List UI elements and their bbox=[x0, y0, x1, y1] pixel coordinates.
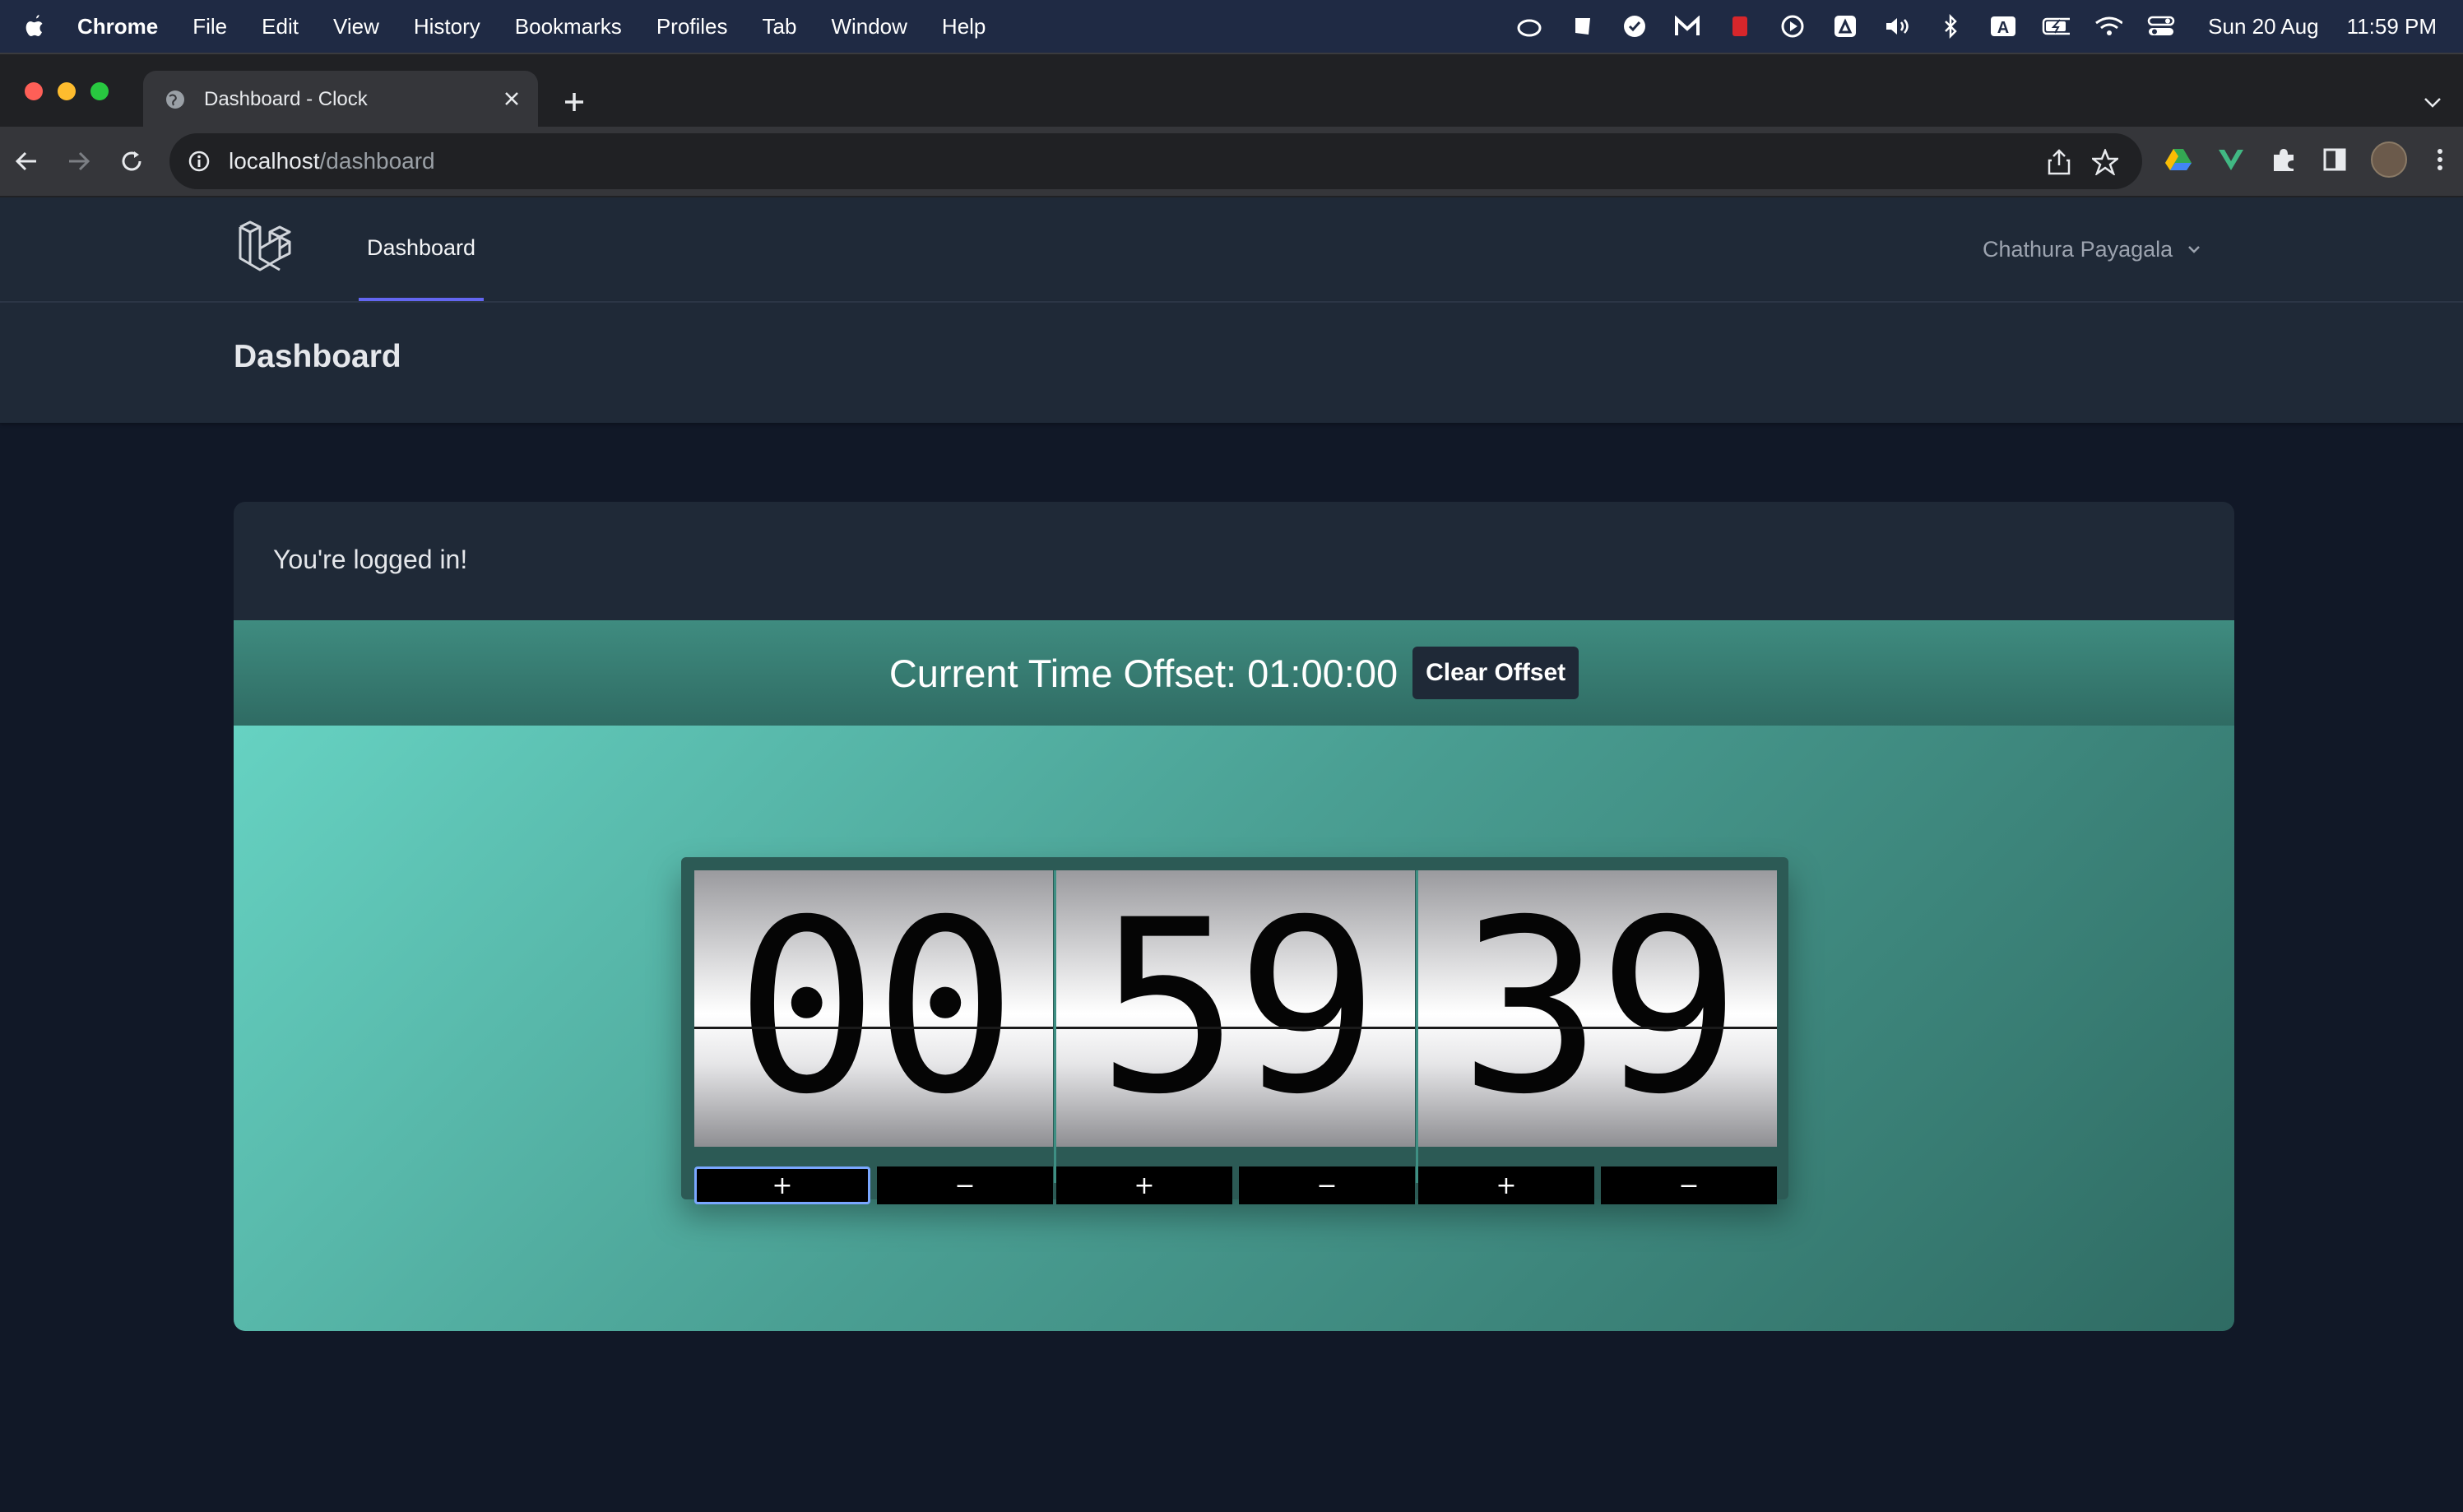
menu-bookmarks[interactable]: Bookmarks bbox=[515, 14, 622, 39]
minutes-increment-button[interactable]: + bbox=[1056, 1166, 1232, 1204]
minutes-decrement-button[interactable]: − bbox=[1239, 1166, 1415, 1204]
apple-icon[interactable] bbox=[23, 13, 46, 39]
vue-devtools-extension-icon[interactable] bbox=[2215, 143, 2247, 176]
menu-edit[interactable]: Edit bbox=[262, 14, 299, 39]
extensions-puzzle-icon[interactable] bbox=[2267, 143, 2300, 176]
seconds-decrement-button[interactable]: − bbox=[1601, 1166, 1777, 1204]
google-drive-extension-icon[interactable] bbox=[2162, 143, 2195, 176]
seconds-value: 39 bbox=[1418, 870, 1777, 1147]
nav-dashboard-link[interactable]: Dashboard bbox=[359, 197, 484, 301]
logged-in-message: You're logged in! bbox=[273, 545, 468, 574]
hours-display: 00 bbox=[694, 870, 1053, 1157]
wifi-icon[interactable] bbox=[2094, 12, 2123, 40]
drive-icon[interactable] bbox=[1831, 12, 1859, 40]
side-panel-icon[interactable] bbox=[2318, 143, 2351, 176]
window-close-icon[interactable] bbox=[25, 82, 43, 100]
back-arrow-icon[interactable] bbox=[8, 143, 44, 179]
macos-menu-bar: Chrome File Edit View History Bookmarks … bbox=[0, 0, 2463, 53]
input-source-label: A bbox=[1997, 19, 2009, 37]
bookmark-star-icon[interactable] bbox=[2091, 148, 2119, 176]
laravel-logo-icon[interactable] bbox=[237, 220, 293, 276]
chevron-down-icon bbox=[2186, 241, 2202, 257]
todo-check-icon[interactable] bbox=[1621, 12, 1649, 40]
browser-tab-strip: Dashboard - Clock bbox=[0, 53, 2463, 128]
sketch-icon[interactable] bbox=[1568, 12, 1596, 40]
flip-clock: 00 59 39 + − + − + − bbox=[681, 857, 1788, 1204]
tab-close-icon[interactable] bbox=[500, 87, 523, 110]
user-menu-dropdown[interactable]: Chathura Payagala bbox=[1983, 197, 2202, 301]
reload-icon[interactable] bbox=[114, 143, 150, 179]
address-bar[interactable]: localhost/dashboard bbox=[169, 133, 2142, 189]
menu-help[interactable]: Help bbox=[942, 14, 986, 39]
time-offset-label: Current Time Offset: 01:00:00 bbox=[888, 651, 1398, 695]
menu-view[interactable]: View bbox=[333, 14, 379, 39]
window-zoom-icon[interactable] bbox=[90, 82, 109, 100]
user-name: Chathura Payagala bbox=[1983, 236, 2173, 262]
seconds-increment-button[interactable]: + bbox=[1418, 1166, 1594, 1204]
flip-divider bbox=[1056, 1027, 1415, 1029]
browser-toolbar: localhost/dashboard bbox=[0, 127, 2463, 197]
page-title: Dashboard bbox=[234, 339, 401, 374]
chrome-menu-kebab-icon[interactable] bbox=[2424, 143, 2456, 176]
share-icon[interactable] bbox=[2045, 148, 2073, 176]
menu-history[interactable]: History bbox=[414, 14, 480, 39]
page-header: Dashboard bbox=[0, 303, 2463, 423]
hours-decrement-button[interactable]: − bbox=[877, 1166, 1053, 1204]
globe-icon bbox=[165, 89, 186, 110]
red-app-icon[interactable] bbox=[1726, 12, 1754, 40]
clock-stage: 00 59 39 + − + − + − bbox=[234, 726, 2234, 1331]
url-host: localhost bbox=[229, 148, 320, 174]
window-minimize-icon[interactable] bbox=[58, 82, 76, 100]
tab-title: Dashboard - Clock bbox=[204, 88, 368, 110]
control-center-icon[interactable] bbox=[2147, 12, 2175, 40]
clear-offset-button[interactable]: Clear Offset bbox=[1412, 647, 1579, 699]
menu-window[interactable]: Window bbox=[831, 14, 907, 39]
volume-icon[interactable] bbox=[1884, 12, 1912, 40]
hours-value: 00 bbox=[694, 870, 1053, 1147]
minutes-display: 59 bbox=[1056, 870, 1415, 1157]
app-navigation: Dashboard Chathura Payagala bbox=[0, 197, 2463, 303]
menubar-date[interactable]: Sun 20 Aug bbox=[2208, 14, 2318, 39]
menu-profiles[interactable]: Profiles bbox=[656, 14, 728, 39]
forward-arrow-icon[interactable] bbox=[61, 143, 97, 179]
profile-avatar[interactable] bbox=[2371, 141, 2407, 178]
flip-divider bbox=[694, 1027, 1053, 1029]
browser-tab-active[interactable]: Dashboard - Clock bbox=[143, 71, 538, 128]
url-path: /dashboard bbox=[319, 148, 435, 174]
menu-app-name[interactable]: Chrome bbox=[77, 14, 158, 39]
menubar-time[interactable]: 11:59 PM bbox=[2347, 14, 2437, 39]
hours-increment-button[interactable]: + bbox=[694, 1166, 870, 1204]
seconds-display: 39 bbox=[1418, 870, 1777, 1157]
bluetooth-icon[interactable] bbox=[1937, 12, 1964, 40]
menu-tab[interactable]: Tab bbox=[763, 14, 797, 39]
new-tab-icon[interactable] bbox=[558, 86, 591, 118]
tab-search-chevron-icon[interactable] bbox=[2420, 90, 2445, 115]
site-info-icon[interactable] bbox=[188, 150, 211, 173]
time-offset-bar: Current Time Offset: 01:00:00 Clear Offs… bbox=[234, 620, 2234, 726]
battery-charging-icon[interactable] bbox=[2042, 12, 2071, 40]
dashboard-card: You're logged in! Current Time Offset: 0… bbox=[234, 502, 2234, 1331]
flip-divider bbox=[1418, 1027, 1777, 1029]
menu-file[interactable]: File bbox=[192, 14, 227, 39]
minutes-value: 59 bbox=[1056, 870, 1415, 1147]
keyboard-input-a-icon[interactable]: A bbox=[1989, 12, 2017, 40]
creative-cloud-icon[interactable] bbox=[1515, 12, 1543, 40]
play-icon[interactable] bbox=[1779, 12, 1807, 40]
gmail-m-icon[interactable] bbox=[1673, 12, 1701, 40]
